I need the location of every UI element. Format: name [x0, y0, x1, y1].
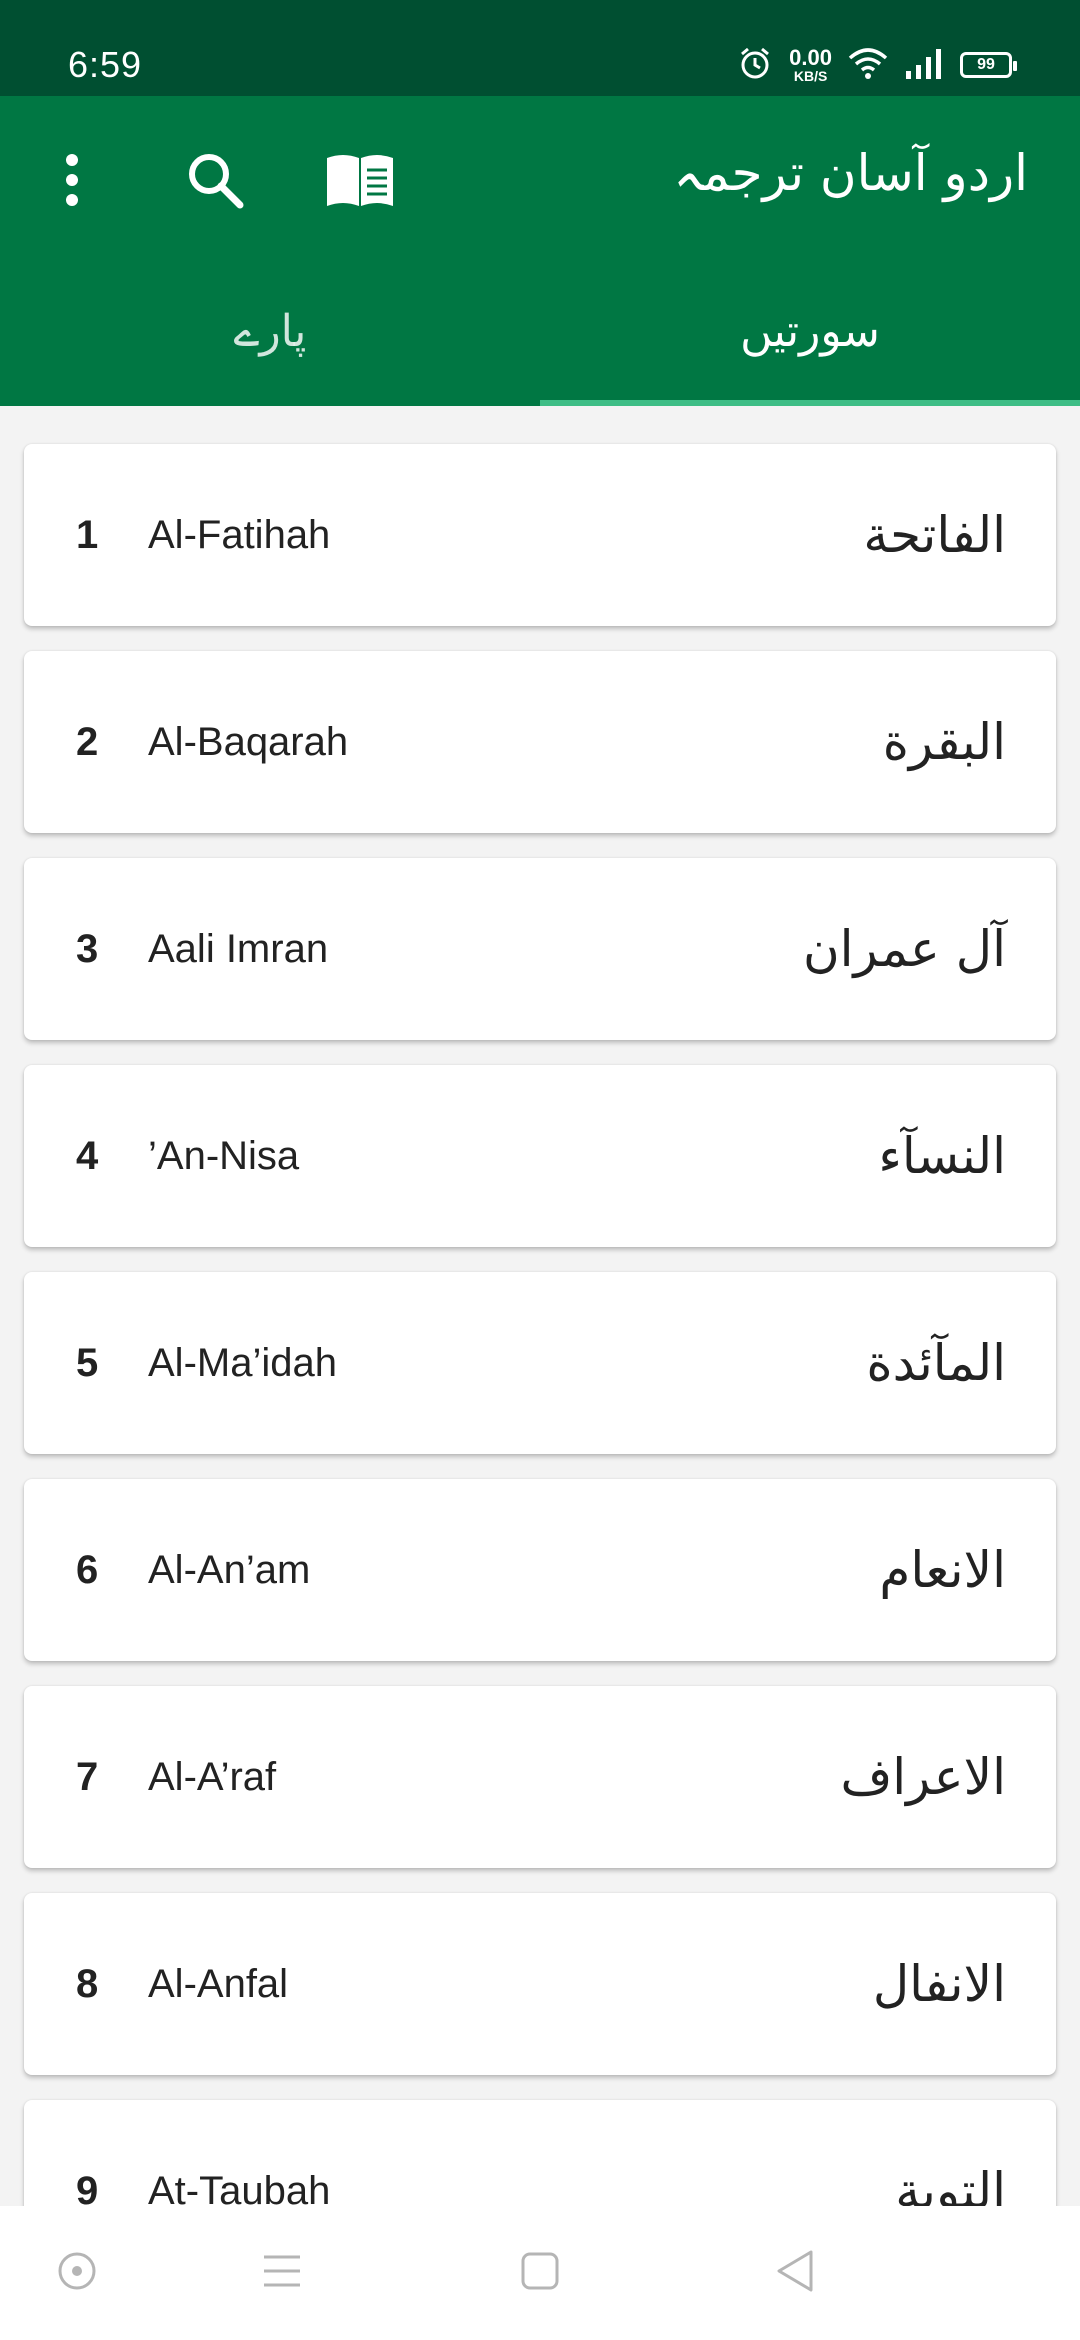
surah-number: 2: [76, 719, 99, 764]
back-triangle-icon: [775, 2249, 815, 2297]
surah-number: 3: [76, 926, 99, 971]
back-button[interactable]: [735, 2206, 855, 2340]
surah-number: 4: [76, 1133, 99, 1178]
surah-card[interactable]: 3 Aali Imran آل عمران: [24, 858, 1056, 1040]
status-icons: 0.00 KB/S 99: [737, 40, 1017, 90]
surah-number: 7: [76, 1754, 99, 1799]
surah-card[interactable]: 4 ’An-Nisa النسآء: [24, 1065, 1056, 1247]
surah-number: 1: [76, 512, 99, 557]
search-icon: [185, 150, 245, 214]
battery-icon: 99: [960, 52, 1017, 78]
tab-surahs[interactable]: سورتیں: [540, 256, 1080, 406]
surah-card[interactable]: 5 Al-Ma’idah المآئدة: [24, 1272, 1056, 1454]
assistant-icon: [57, 2251, 97, 2295]
book-icon: [325, 152, 395, 212]
net-speed: 0.00 KB/S: [789, 45, 832, 84]
menu-icon: [262, 2253, 302, 2293]
surah-name: Al-A’raf: [148, 1754, 277, 1799]
net-speed-value: 0.00: [789, 45, 832, 70]
surah-arabic-name: البقرة: [882, 713, 1006, 771]
tab-paray[interactable]: پارے: [0, 256, 540, 406]
more-vert-icon: [62, 150, 82, 214]
surah-name: Al-Anfal: [148, 1961, 289, 2006]
wifi-icon: [848, 46, 888, 84]
surah-card[interactable]: 9 At-Taubah التوبة: [24, 2100, 1056, 2206]
surah-number: 5: [76, 1340, 99, 1385]
surah-arabic-name: الفاتحة: [863, 506, 1006, 564]
surah-arabic-name: النسآء: [878, 1127, 1006, 1185]
status-time: 6:59: [68, 44, 143, 85]
battery-level: 99: [977, 56, 995, 73]
home-square-icon: [520, 2251, 560, 2295]
app-title: اردو آسان ترجمہ: [673, 144, 1028, 202]
surah-arabic-name: المآئدة: [866, 1334, 1006, 1392]
menu-button[interactable]: [222, 2206, 342, 2340]
assistant-button[interactable]: [17, 2206, 137, 2340]
surah-number: 8: [76, 1961, 99, 2006]
search-button[interactable]: [165, 132, 265, 232]
surah-name: Aali Imran: [148, 926, 329, 971]
surah-arabic-name: الاعراف: [840, 1748, 1006, 1806]
net-speed-unit: KB/S: [793, 68, 828, 84]
home-button[interactable]: [480, 2206, 600, 2340]
surah-arabic-name: الانفال: [872, 1955, 1006, 2013]
surah-card[interactable]: 1 Al-Fatihah الفاتحة: [24, 444, 1056, 626]
surah-arabic-name: آل عمران: [802, 920, 1006, 978]
surah-name: Al-Fatihah: [148, 512, 331, 557]
status-bar: 6:59 0.00 KB/S 99: [0, 0, 1080, 96]
surah-arabic-name: التوبة: [895, 2162, 1006, 2206]
surah-number: 6: [76, 1547, 99, 1592]
surah-number: 9: [76, 2168, 99, 2207]
surah-arabic-name: الانعام: [879, 1541, 1006, 1599]
surah-card[interactable]: 7 Al-A’raf الاعراف: [24, 1686, 1056, 1868]
surah-list[interactable]: 1 Al-Fatihah الفاتحة 2 Al-Baqarah البقرة…: [0, 406, 1080, 2206]
signal-icon: [904, 47, 944, 83]
surah-card[interactable]: 2 Al-Baqarah البقرة: [24, 651, 1056, 833]
surah-card[interactable]: 6 Al-An’am الانعام: [24, 1479, 1056, 1661]
app-bar: اردو آسان ترجمہ پارے سورتیں: [0, 96, 1080, 406]
tab-bar: پارے سورتیں: [0, 256, 1080, 406]
surah-name: Al-Ma’idah: [148, 1340, 337, 1385]
surah-name: Al-Baqarah: [148, 719, 349, 764]
surah-name: At-Taubah: [148, 2168, 331, 2207]
reader-button[interactable]: [310, 132, 410, 232]
surah-name: Al-An’am: [148, 1547, 311, 1592]
surah-name: ’An-Nisa: [148, 1133, 300, 1178]
more-options-button[interactable]: [22, 132, 122, 232]
system-nav-bar: [0, 2206, 1080, 2340]
surah-card[interactable]: 8 Al-Anfal الانفال: [24, 1893, 1056, 2075]
alarm-icon: [737, 45, 773, 85]
